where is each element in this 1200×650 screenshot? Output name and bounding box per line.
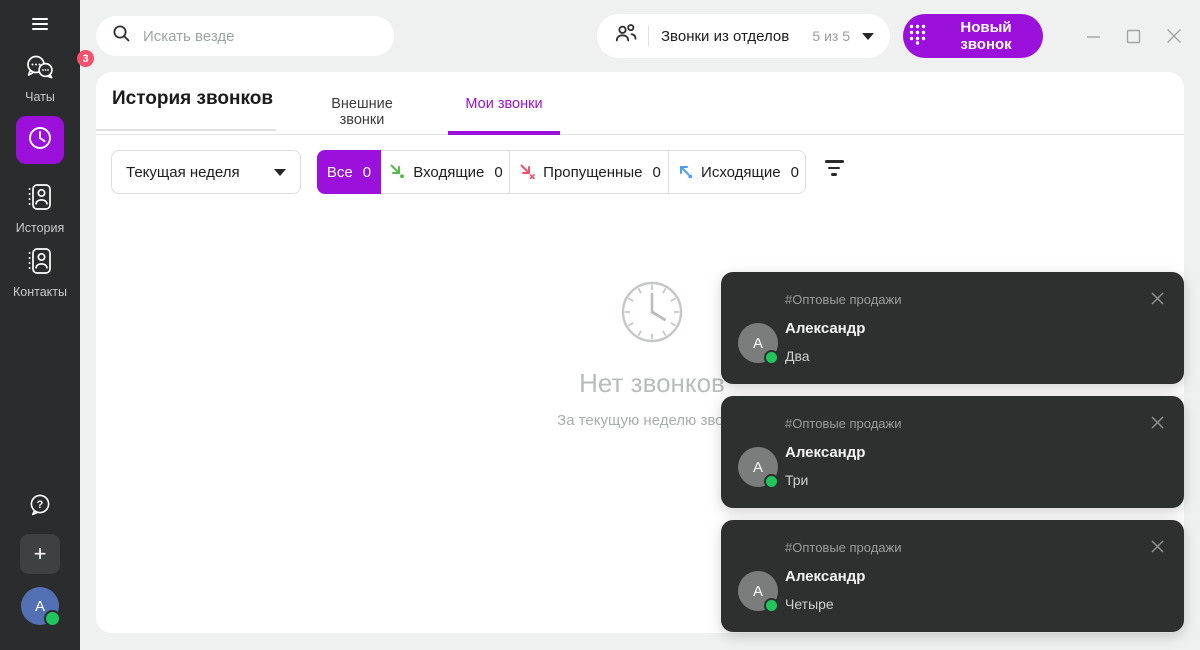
period-filter-dropdown[interactable]: Текущая неделя [111,150,301,194]
sidebar-item-chats[interactable]: 3 Чаты [0,50,94,104]
search-input[interactable] [141,26,365,46]
sidebar-item-label: Чаты [25,90,55,104]
title-underline [96,129,276,131]
chip-count: 0 [790,163,799,181]
sidebar-item-label: История [15,221,65,235]
chip-label: Исходящие [701,163,781,181]
filter-icon[interactable] [823,160,845,184]
help-icon[interactable]: ? [28,493,52,523]
svg-text:?: ? [37,499,44,511]
new-call-button[interactable]: Новый звонок [903,14,1043,58]
toast-message: Четыре [785,596,834,612]
close-window-button[interactable] [1166,28,1182,44]
avatar-letter: А [752,334,763,352]
user-avatar[interactable]: А [21,587,61,627]
close-icon[interactable] [1147,288,1168,312]
header-divider [96,134,1184,135]
sidebar-item-label: Контакты [13,285,67,299]
avatar-letter: А [752,458,763,476]
toast-channel: #Оптовые продажи [785,540,902,555]
tab-my-calls[interactable]: Мои звонки [448,96,560,112]
sidebar-item-call-history-active[interactable] [16,116,64,164]
dropdown-count: 5 из 5 [812,28,850,44]
dialpad-icon [909,24,926,49]
clock-empty-icon [619,281,685,349]
window-controls [1086,28,1182,44]
outgoing-call-icon [675,161,701,183]
chip-label: Входящие [413,163,485,181]
chip-count: 0 [362,163,372,181]
chevron-down-icon [862,32,874,40]
avatar-letter: А [752,582,763,600]
online-status-dot [764,474,779,489]
avatar: А [738,447,779,489]
close-icon[interactable] [1147,536,1168,560]
avatar: А [738,571,779,613]
filter-chip-missed[interactable]: Пропущенные 0 [509,150,669,194]
dropdown-label: Звонки из отделов [661,27,790,45]
divider [648,25,649,47]
toast-channel: #Оптовые продажи [785,416,902,431]
global-search [96,16,394,56]
chip-count: 0 [652,163,661,181]
chip-label: Пропущенные [543,163,643,181]
department-calls-dropdown[interactable]: Звонки из отделов 5 из 5 [597,14,890,58]
filter-chip-incoming[interactable]: Входящие 0 [380,150,510,194]
chevron-down-icon [274,168,286,176]
notification-toast[interactable]: #Оптовые продажи А Александр Три [721,396,1184,508]
period-label: Текущая неделя [126,163,240,181]
chats-icon: 3 [24,50,94,86]
online-status-dot [44,610,61,627]
group-icon [613,23,638,49]
filter-chip-all[interactable]: Все 0 [317,150,381,194]
new-call-label: Новый звонок [960,19,1012,53]
missed-call-icon [517,161,543,183]
filter-chip-outgoing[interactable]: Исходящие 0 [668,150,806,194]
chip-label: Все [326,163,353,181]
toast-message: Три [785,472,809,488]
notification-toast[interactable]: #Оптовые продажи А Александр Два [721,272,1184,384]
avatar: А [738,323,779,365]
tab-external-calls[interactable]: Внешние звонки [307,96,417,128]
search-icon [112,24,131,48]
contact-book-icon [25,184,55,216]
call-type-filter: Все 0 Входящие 0 Пропущенные 0 Исходящие… [317,150,806,194]
close-icon[interactable] [1147,412,1168,436]
plus-icon: + [33,541,47,566]
toast-channel: #Оптовые продажи [785,292,902,307]
online-status-dot [764,598,779,613]
toast-sender: Александр [785,320,866,337]
maximize-button[interactable] [1126,29,1141,44]
hamburger-menu-icon[interactable] [32,18,48,33]
contact-book-icon [25,248,55,280]
clock-icon [26,124,54,157]
online-status-dot [764,350,779,365]
chats-unread-badge: 3 [77,50,94,67]
minimize-button[interactable] [1086,29,1101,44]
sidebar: 3 Чаты История Контакты ? + А [0,0,94,650]
active-tab-indicator [448,131,560,135]
toast-sender: Александр [785,568,866,585]
notification-toast[interactable]: #Оптовые продажи А Александр Четыре [721,520,1184,632]
add-button[interactable]: + [20,534,60,574]
page-title: История звонков [112,88,274,109]
avatar-letter: А [34,597,45,615]
sidebar-item-history[interactable]: История [0,182,80,235]
toast-message: Два [785,348,810,364]
chip-count: 0 [494,163,503,181]
incoming-call-icon [387,161,413,183]
toast-sender: Александр [785,444,866,461]
sidebar-item-contacts[interactable]: Контакты [0,246,80,299]
